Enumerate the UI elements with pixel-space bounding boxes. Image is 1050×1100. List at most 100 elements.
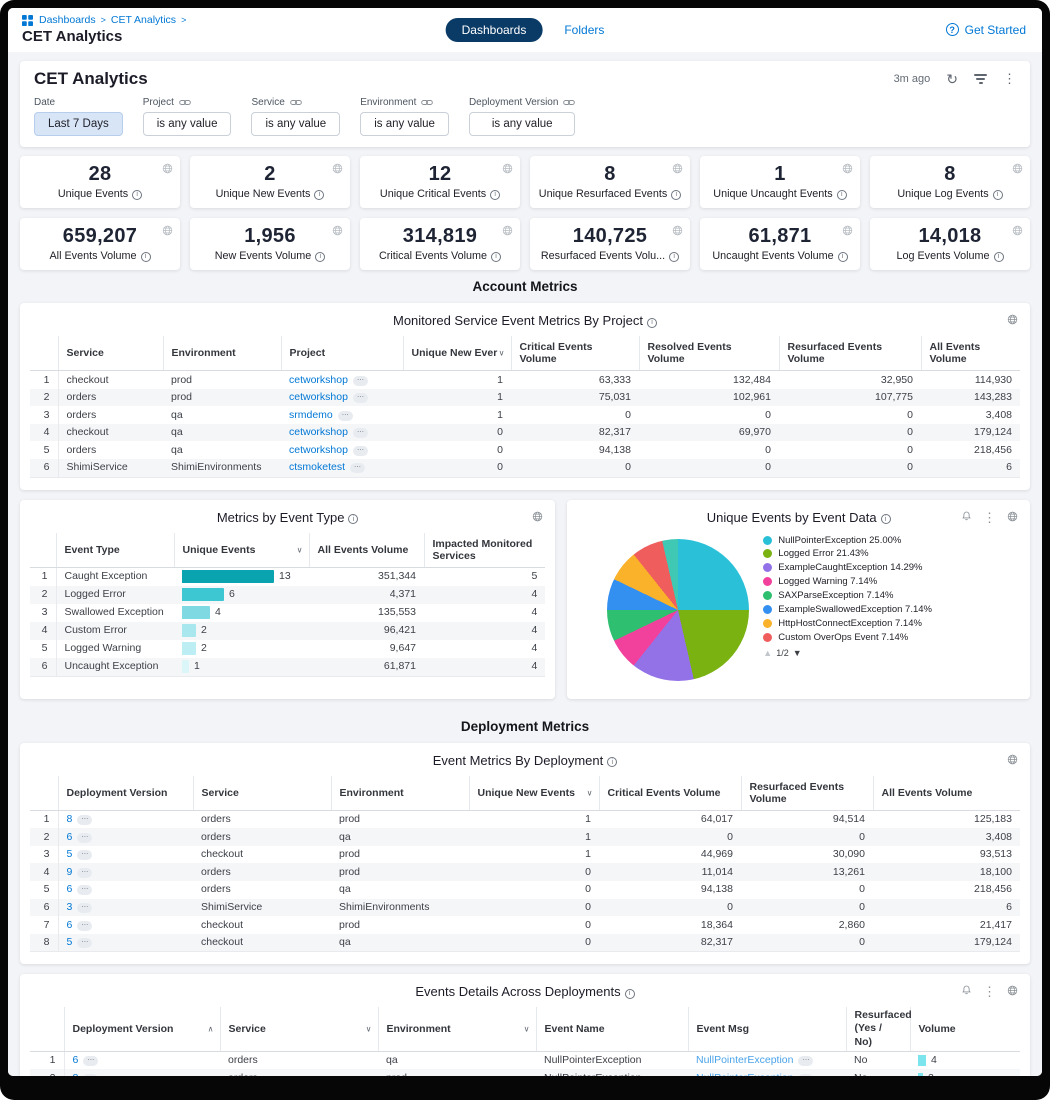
- sort-desc-icon[interactable]: ∨: [297, 545, 303, 554]
- refresh-icon[interactable]: ↻: [946, 71, 958, 88]
- link[interactable]: 9: [67, 866, 73, 878]
- ellipsis-badge[interactable]: ⋯: [77, 850, 92, 860]
- legend-item[interactable]: Logged Error 21.43%: [763, 548, 933, 559]
- col-critical-events-volume[interactable]: Critical Events Volume: [599, 776, 741, 811]
- info-icon[interactable]: i: [671, 190, 681, 200]
- link[interactable]: 5: [67, 936, 73, 948]
- get-started-link[interactable]: ? Get Started: [946, 23, 1026, 37]
- pie-chart[interactable]: [607, 539, 749, 681]
- col-resurfaced-events-volume[interactable]: Resurfaced Events Volume: [741, 776, 873, 811]
- info-icon[interactable]: i: [647, 318, 657, 328]
- info-icon[interactable]: i: [132, 190, 142, 200]
- ellipsis-badge[interactable]: ⋯: [77, 938, 92, 948]
- info-icon[interactable]: i: [838, 252, 848, 262]
- legend-item[interactable]: SAXParseException 7.14%: [763, 590, 933, 601]
- tab-dashboards[interactable]: Dashboards: [446, 18, 543, 42]
- col-event-msg[interactable]: Event Msg: [688, 1007, 846, 1051]
- info-icon[interactable]: i: [348, 514, 358, 524]
- link[interactable]: 6: [73, 1054, 79, 1066]
- col-deployment-version[interactable]: Deployment Version∧: [64, 1007, 220, 1051]
- filter-value[interactable]: is any value: [251, 112, 340, 136]
- col-environment[interactable]: Environment: [331, 776, 469, 811]
- col-resurfaced-events-volume[interactable]: Resurfaced Events Volume: [779, 336, 921, 371]
- legend-item[interactable]: ExampleSwallowedException 7.14%: [763, 604, 933, 615]
- ellipsis-badge[interactable]: ⋯: [77, 903, 92, 913]
- col-volume[interactable]: Volume: [910, 1007, 1020, 1051]
- col-project[interactable]: Project: [281, 336, 403, 371]
- sort-desc-icon[interactable]: ∨: [587, 788, 593, 797]
- link[interactable]: ctsmoketest: [289, 461, 345, 473]
- link[interactable]: cetworkshop: [289, 444, 348, 456]
- info-icon[interactable]: i: [669, 252, 679, 262]
- col-critical-events-volume[interactable]: Critical Events Volume: [511, 336, 639, 371]
- col-environment[interactable]: Environment∨: [378, 1007, 536, 1051]
- ellipsis-badge[interactable]: ⋯: [798, 1056, 813, 1066]
- col-service[interactable]: Service: [193, 776, 331, 811]
- breadcrumb-dashboards[interactable]: Dashboards: [39, 14, 96, 26]
- info-icon[interactable]: i: [491, 252, 501, 262]
- page-down-icon[interactable]: ▼: [793, 648, 802, 659]
- link[interactable]: 3: [67, 901, 73, 913]
- ellipsis-badge[interactable]: ⋯: [77, 885, 92, 895]
- link[interactable]: NullPointerException: [696, 1054, 793, 1066]
- ellipsis-badge[interactable]: ⋯: [353, 446, 368, 456]
- info-icon[interactable]: i: [607, 757, 617, 767]
- col-environment[interactable]: Environment: [163, 336, 281, 371]
- kebab-menu-icon[interactable]: ⋮: [983, 510, 996, 526]
- ellipsis-badge[interactable]: ⋯: [353, 393, 368, 403]
- ellipsis-badge[interactable]: ⋯: [83, 1074, 98, 1076]
- col-service[interactable]: Service: [58, 336, 163, 371]
- tab-folders[interactable]: Folders: [564, 23, 604, 37]
- ellipsis-badge[interactable]: ⋯: [77, 833, 92, 843]
- ellipsis-badge[interactable]: ⋯: [350, 463, 365, 473]
- filter-icon[interactable]: [974, 72, 987, 86]
- kebab-menu-icon[interactable]: ⋮: [1003, 71, 1016, 87]
- col-resolved-events-volume[interactable]: Resolved Events Volume: [639, 336, 779, 371]
- sort-asc-icon[interactable]: ∧: [208, 1025, 214, 1034]
- info-icon[interactable]: i: [837, 190, 847, 200]
- col-deployment-version[interactable]: Deployment Version: [58, 776, 193, 811]
- col-impacted-services[interactable]: Impacted Monitored Services: [424, 533, 545, 568]
- page-up-icon[interactable]: ▲: [763, 648, 772, 659]
- info-icon[interactable]: i: [881, 514, 891, 524]
- ellipsis-badge[interactable]: ⋯: [77, 815, 92, 825]
- ellipsis-badge[interactable]: ⋯: [77, 868, 92, 878]
- col-unique-new-events[interactable]: Unique New Ever∨: [403, 336, 511, 371]
- col-event-name[interactable]: Event Name: [536, 1007, 688, 1051]
- col-resurfaced[interactable]: Resurfaced (Yes / No): [846, 1007, 910, 1051]
- col-all-events-volume[interactable]: All Events Volume: [873, 776, 1020, 811]
- link[interactable]: 8: [67, 813, 73, 825]
- link[interactable]: srmdemo: [289, 409, 333, 421]
- link[interactable]: 5: [67, 848, 73, 860]
- filter-value[interactable]: Last 7 Days: [34, 112, 123, 136]
- col-unique-events[interactable]: Unique Events∨: [174, 533, 309, 568]
- kebab-menu-icon[interactable]: ⋮: [983, 984, 996, 1000]
- link[interactable]: cetworkshop: [289, 391, 348, 403]
- ellipsis-badge[interactable]: ⋯: [798, 1074, 813, 1076]
- link[interactable]: 6: [67, 831, 73, 843]
- col-service[interactable]: Service∨: [220, 1007, 378, 1051]
- info-icon[interactable]: i: [314, 190, 324, 200]
- info-icon[interactable]: i: [993, 190, 1003, 200]
- sort-desc-icon[interactable]: ∨: [366, 1025, 372, 1034]
- legend-item[interactable]: Logged Warning 7.14%: [763, 576, 933, 587]
- bell-icon[interactable]: [961, 983, 972, 1001]
- link[interactable]: cetworkshop: [289, 426, 348, 438]
- breadcrumb-cet-analytics[interactable]: CET Analytics: [111, 14, 176, 26]
- ellipsis-badge[interactable]: ⋯: [83, 1056, 98, 1066]
- filter-value[interactable]: is any value: [143, 112, 232, 136]
- link[interactable]: NullPointerException: [696, 1072, 793, 1076]
- info-icon[interactable]: i: [490, 190, 500, 200]
- info-icon[interactable]: i: [625, 989, 635, 999]
- ellipsis-badge[interactable]: ⋯: [77, 921, 92, 931]
- link[interactable]: 6: [67, 919, 73, 931]
- info-icon[interactable]: i: [141, 252, 151, 262]
- ellipsis-badge[interactable]: ⋯: [353, 428, 368, 438]
- legend-item[interactable]: Custom OverOps Event 7.14%: [763, 632, 933, 643]
- ellipsis-badge[interactable]: ⋯: [338, 411, 353, 421]
- legend-item[interactable]: ExampleCaughtException 14.29%: [763, 562, 933, 573]
- link[interactable]: cetworkshop: [289, 374, 348, 386]
- sort-desc-icon[interactable]: ∨: [524, 1025, 530, 1034]
- legend-item[interactable]: NullPointerException 25.00%: [763, 535, 933, 546]
- col-unique-new-events[interactable]: Unique New Events∨: [469, 776, 599, 811]
